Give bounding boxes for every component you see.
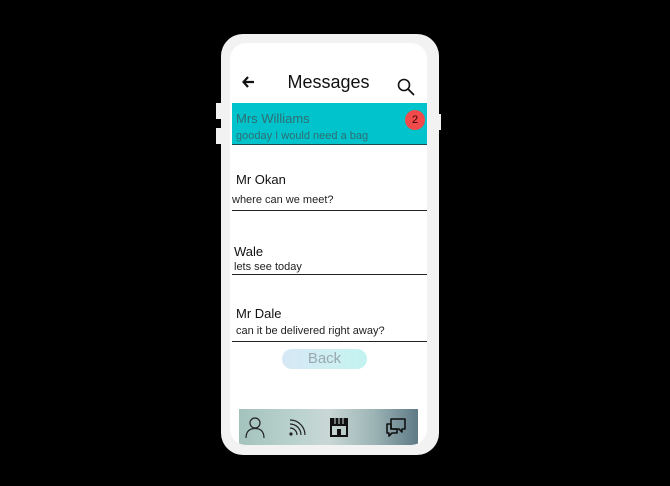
phone-screen: Messages Mrs Williams gooday I would nee…: [230, 43, 427, 445]
search-icon[interactable]: [397, 78, 415, 96]
message-item-mrs-williams[interactable]: Mrs Williams gooday I would need a bag 2: [232, 103, 427, 145]
message-sender: Wale: [234, 244, 264, 259]
unread-badge: 2: [405, 110, 425, 130]
chat-icon[interactable]: [384, 415, 408, 439]
bottom-nav: [239, 409, 418, 445]
feed-icon[interactable]: [286, 415, 310, 439]
divider: [232, 274, 427, 275]
stage: Messages Mrs Williams gooday I would nee…: [0, 0, 670, 486]
message-sender: Mr Okan: [236, 172, 286, 187]
profile-icon[interactable]: [243, 415, 267, 439]
message-item-mr-dale[interactable]: Mr Dale can it be delivered right away?: [232, 301, 427, 342]
message-sender: Mr Dale: [236, 306, 282, 321]
message-item-wale[interactable]: Wale lets see today: [232, 239, 427, 276]
divider: [232, 210, 427, 211]
divider: [232, 341, 427, 342]
store-icon[interactable]: [327, 415, 351, 439]
message-preview: where can we meet?: [232, 194, 334, 206]
back-button[interactable]: Back: [282, 349, 367, 369]
message-preview: gooday I would need a bag: [236, 130, 369, 142]
message-preview: can it be delivered right away?: [236, 325, 385, 337]
divider: [232, 144, 427, 145]
message-sender: Mrs Williams: [236, 111, 310, 126]
message-preview: lets see today: [234, 261, 302, 273]
message-item-mr-okan[interactable]: Mr Okan where can we meet?: [232, 163, 427, 211]
